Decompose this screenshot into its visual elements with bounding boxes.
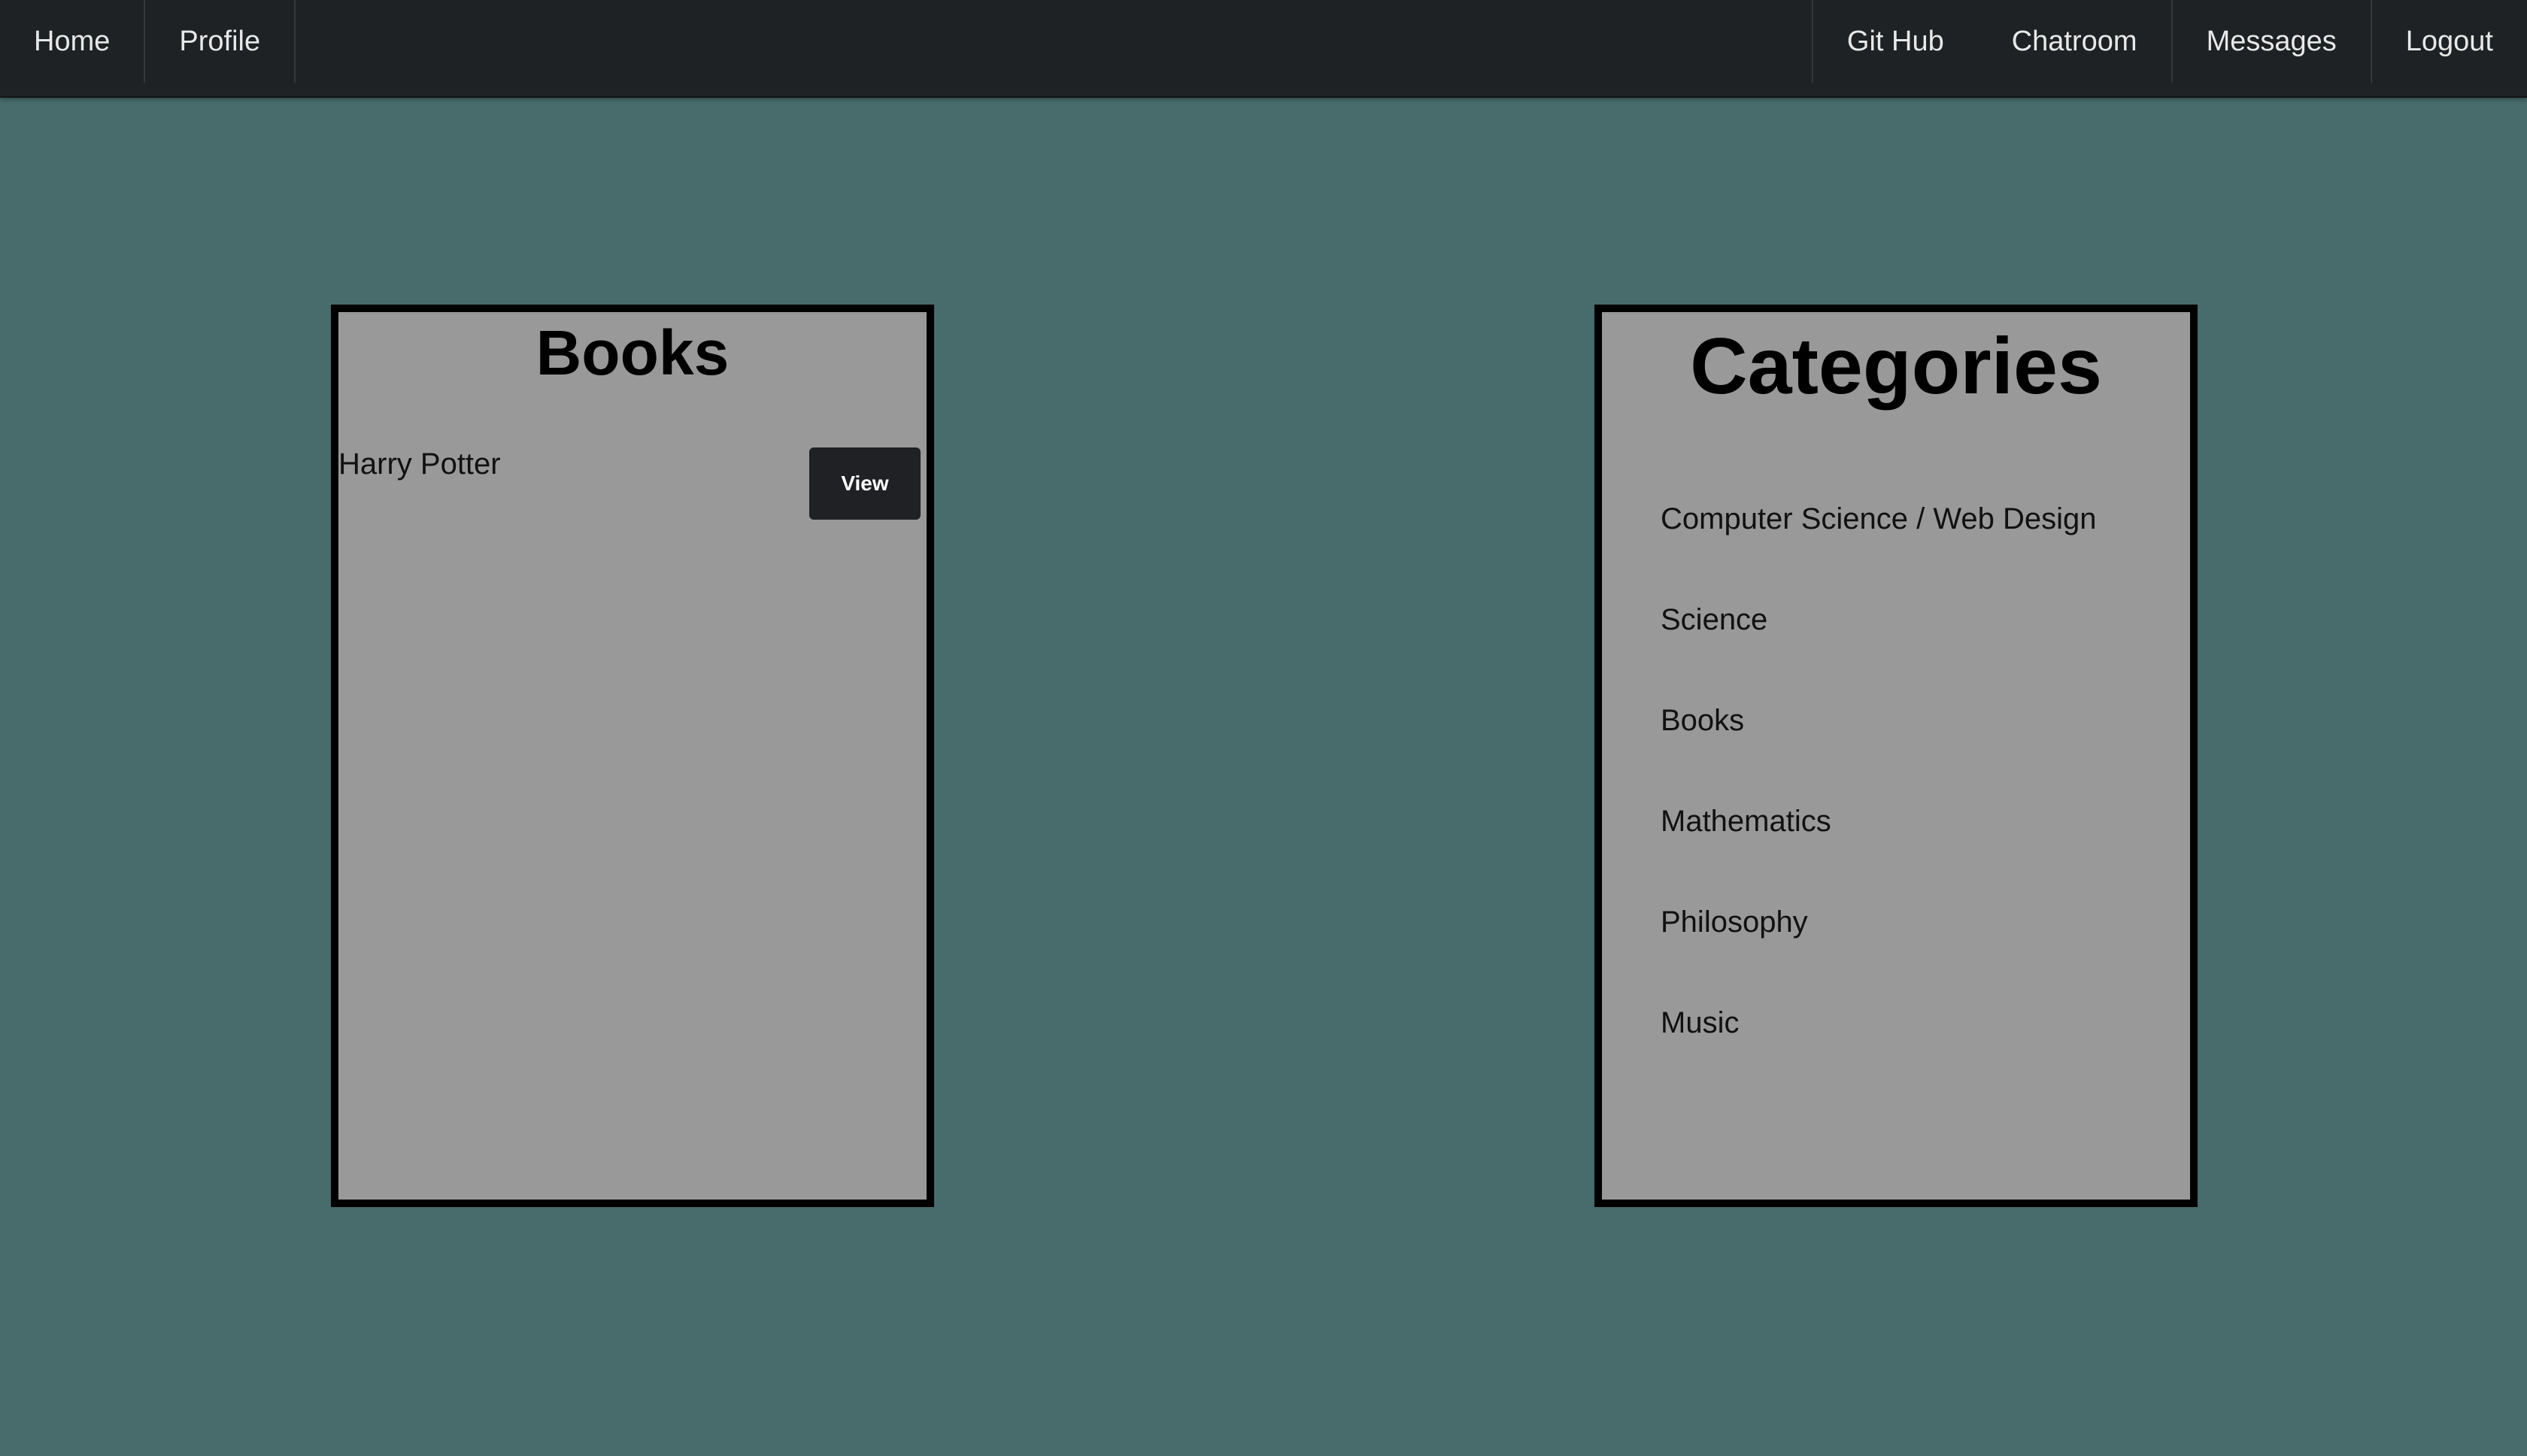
top-navbar: Home Profile Git Hub Chatroom Messages L…: [0, 0, 2527, 98]
books-panel: Books Harry Potter View: [331, 305, 934, 1207]
categories-panel-title: Categories: [1690, 322, 2102, 411]
nav-left-group: Home Profile: [0, 0, 296, 96]
nav-right-group: Git Hub Chatroom Messages Logout: [1811, 0, 2527, 96]
book-title: Harry Potter: [338, 447, 501, 481]
nav-chatroom-link[interactable]: Chatroom: [1978, 0, 2171, 83]
category-item-mathematics[interactable]: Mathematics: [1661, 802, 2097, 903]
category-item-philosophy[interactable]: Philosophy: [1661, 903, 2097, 1004]
nav-home-link[interactable]: Home: [0, 0, 146, 83]
categories-panel: Categories Computer Science / Web Design…: [1594, 305, 2198, 1207]
nav-profile-link[interactable]: Profile: [145, 0, 296, 83]
category-item-computer-science[interactable]: Computer Science / Web Design: [1661, 500, 2097, 601]
category-item-books[interactable]: Books: [1661, 702, 2097, 802]
nav-messages-link[interactable]: Messages: [2171, 0, 2371, 83]
category-item-science[interactable]: Science: [1661, 601, 2097, 702]
category-item-music[interactable]: Music: [1661, 1004, 2097, 1105]
books-panel-title: Books: [535, 317, 730, 388]
view-book-button[interactable]: View: [809, 447, 921, 520]
nav-logout-link[interactable]: Logout: [2370, 0, 2527, 83]
nav-github-link[interactable]: Git Hub: [1811, 0, 1978, 83]
category-list: Computer Science / Web Design Science Bo…: [1661, 500, 2097, 1105]
book-list-item: Harry Potter View: [338, 447, 927, 523]
